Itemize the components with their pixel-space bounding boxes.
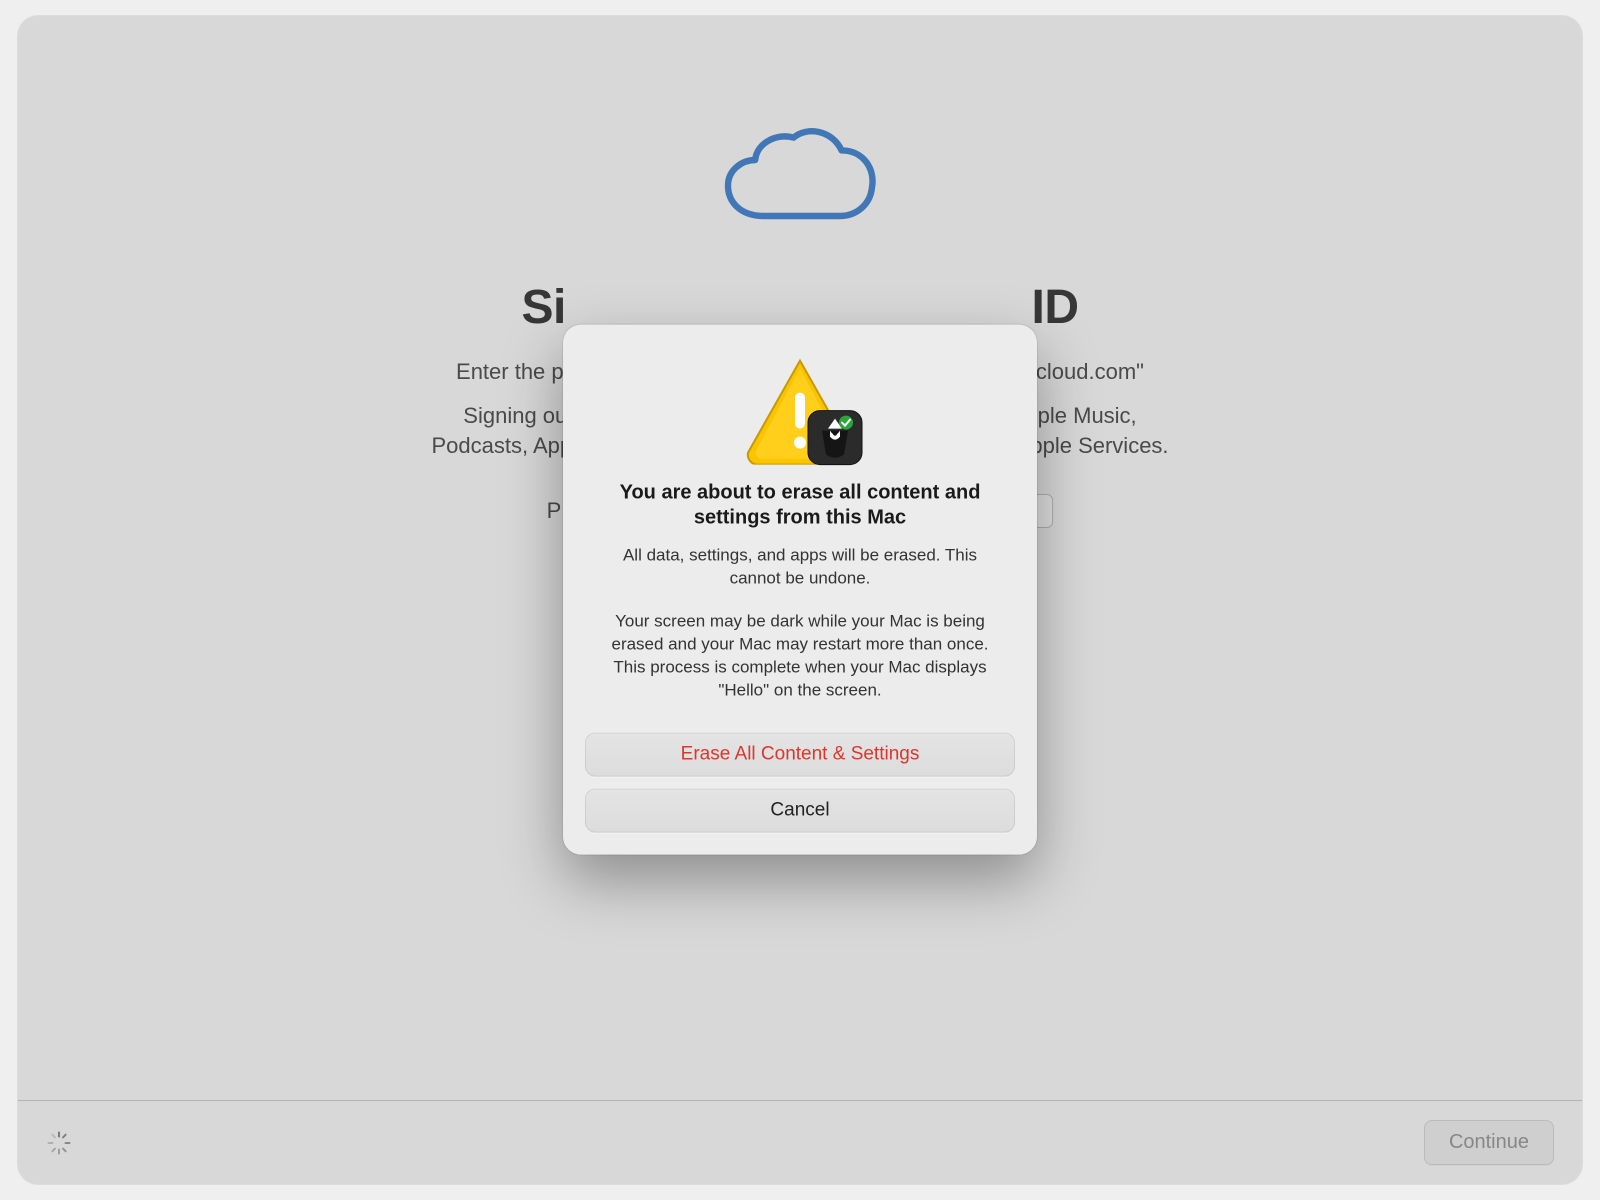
warning-icon bbox=[740, 355, 860, 465]
erase-assistant-app-icon bbox=[806, 409, 864, 467]
dialog-title: You are about to erase all content and s… bbox=[600, 481, 1000, 531]
dialog-body-1: All data, settings, and apps will be era… bbox=[620, 545, 980, 591]
confirm-erase-dialog: You are about to erase all content and s… bbox=[563, 325, 1037, 855]
dialog-actions: Erase All Content & Settings Cancel bbox=[585, 732, 1015, 832]
erase-all-button[interactable]: Erase All Content & Settings bbox=[585, 732, 1015, 776]
erase-assistant-window: Si ID Enter the p cloud.com" Signing out… bbox=[18, 16, 1582, 1184]
cancel-button[interactable]: Cancel bbox=[585, 788, 1015, 832]
dialog-body-2: Your screen may be dark while your Mac i… bbox=[600, 610, 1000, 702]
